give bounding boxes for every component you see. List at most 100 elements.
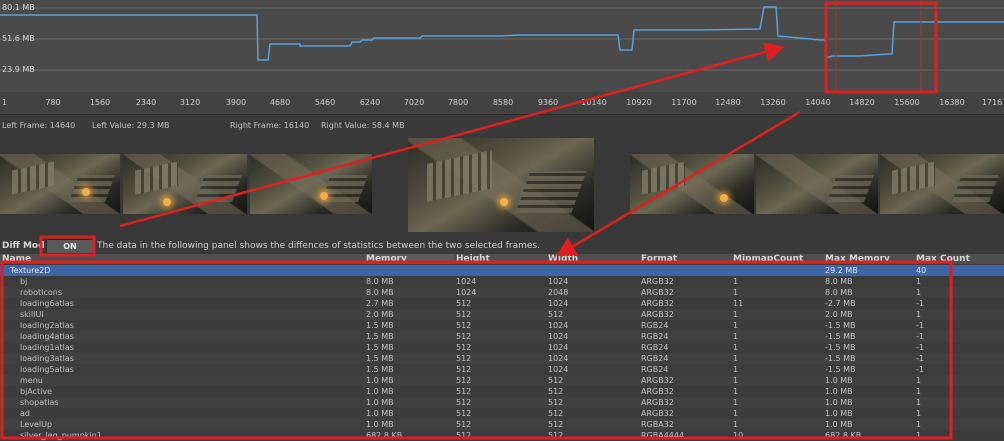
cell-mipmap: 11 (733, 299, 744, 308)
x-tick: 6240 (359, 98, 381, 107)
x-tick: 4680 (269, 98, 291, 107)
x-tick: 3900 (225, 98, 247, 107)
cell-mipmap: 1 (733, 387, 739, 396)
diff-mode-note: The data in the following panel shows th… (97, 241, 540, 251)
table-row[interactable]: silver_leg_pumpkin1 682.8 KB 512 512 RGB… (0, 430, 1004, 441)
frame-thumbnail[interactable] (0, 154, 120, 214)
x-tick: 5460 (314, 98, 336, 107)
y-label-top: 80.1 MB (2, 3, 35, 12)
cell-name: bj (20, 277, 28, 286)
table-row[interactable]: loading5atlas 1.5 MB 512 1024 RGB24 1 -1… (0, 364, 1004, 375)
column-header-max-memory[interactable]: Max Memory (825, 254, 890, 264)
diff-mode-toggle[interactable]: ON (46, 239, 94, 254)
cell-format: RGBA4444 (641, 431, 685, 440)
cell-width: 512 (548, 387, 564, 396)
cell-max-memory: 1.0 MB (825, 420, 853, 429)
frame-thumbnail[interactable] (123, 154, 247, 214)
cell-height: 512 (456, 321, 472, 330)
diff-mode-label: Diff Mod (2, 241, 45, 251)
x-tick: 780 (45, 98, 61, 107)
column-header-name[interactable]: Name (2, 254, 31, 264)
cell-height: 512 (456, 431, 472, 440)
table-row[interactable]: ad 1.0 MB 512 512 ARGB32 1 1.0 MB 1 (0, 408, 1004, 419)
table-row[interactable]: menu 1.0 MB 512 512 ARGB32 1 1.0 MB 1 (0, 375, 1004, 386)
frame-axis[interactable]: 1 780 1560 2340 3120 3900 4680 5460 6240… (0, 92, 1004, 115)
screenshot-strip (0, 134, 1004, 238)
frame-thumbnail[interactable] (756, 154, 878, 214)
cell-format: RGB24 (641, 343, 669, 352)
cell-max-count: -1 (916, 365, 924, 374)
cell-width: 512 (548, 409, 564, 418)
table-row[interactable]: bj 8.0 MB 1024 1024 ARGB32 1 8.0 MB 1 (0, 276, 1004, 287)
x-tick: 10920 (626, 98, 652, 107)
cell-memory: 1.0 MB (366, 376, 394, 385)
frame-thumbnail[interactable] (630, 154, 754, 214)
table-row[interactable]: shopatlas 1.0 MB 512 512 ARGB32 1 1.0 MB… (0, 397, 1004, 408)
table-group-row[interactable]: Texture2D 29.2 MB 40 (0, 265, 1004, 276)
table-row[interactable]: loading4atlas 1.5 MB 512 1024 RGB24 1 -1… (0, 331, 1004, 342)
cell-max-memory: -1.5 MB (825, 365, 856, 374)
cell-max-memory: -1.5 MB (825, 321, 856, 330)
cell-width: 1024 (548, 343, 569, 352)
column-header-max-count[interactable]: Max Count (916, 254, 970, 264)
table-row[interactable]: robotIcons 8.0 MB 1024 2048 ARGB32 1 8.0… (0, 287, 1004, 298)
x-tick: 3120 (179, 98, 201, 107)
cell-height: 512 (456, 387, 472, 396)
x-tick: 12480 (715, 98, 741, 107)
cell-name: loading5atlas (20, 365, 74, 374)
cell-width: 1024 (548, 354, 569, 363)
table-row[interactable]: skillUI 2.0 MB 512 512 ARGB32 1 2.0 MB 1 (0, 309, 1004, 320)
table-row[interactable]: bjActive 1.0 MB 512 512 ARGB32 1 1.0 MB … (0, 386, 1004, 397)
memory-graph-plot[interactable] (0, 0, 1004, 92)
cell-width: 512 (548, 310, 564, 319)
column-header-mipmap-count[interactable]: MipmapCount (733, 254, 803, 264)
cell-max-memory: 1.0 MB (825, 398, 853, 407)
cell-format: ARGB32 (641, 398, 674, 407)
cell-height: 512 (456, 332, 472, 341)
column-header-height[interactable]: Height (456, 254, 490, 264)
group-name: Texture2D (10, 266, 51, 275)
table-row[interactable]: loading3atlas 1.5 MB 512 1024 RGB24 1 -1… (0, 353, 1004, 364)
cell-name: loading3atlas (20, 354, 74, 363)
memory-graph[interactable]: 80.1 MB 51.6 MB 23.9 MB (0, 0, 1004, 92)
cell-mipmap: 1 (733, 332, 739, 341)
cell-format: ARGB32 (641, 376, 674, 385)
cell-format: RGB24 (641, 365, 669, 374)
cell-mipmap: 1 (733, 277, 739, 286)
cell-height: 512 (456, 343, 472, 352)
column-header-width[interactable]: Width (548, 254, 578, 264)
cell-memory: 1.0 MB (366, 387, 394, 396)
cell-name: silver_leg_pumpkin1 (20, 431, 102, 440)
left-frame-label: Left Frame: 14640 (2, 121, 76, 130)
cell-height: 512 (456, 310, 472, 319)
x-tick: 1716 (981, 98, 1003, 107)
x-tick: 16380 (939, 98, 965, 107)
column-header-memory[interactable]: Memory (366, 254, 454, 264)
cell-height: 512 (456, 409, 472, 418)
frame-thumbnail[interactable] (250, 154, 372, 214)
cell-mipmap: 1 (733, 321, 739, 330)
table-row[interactable]: loading1atlas 1.5 MB 512 1024 RGB24 1 -1… (0, 342, 1004, 353)
cell-max-count: 1 (916, 398, 922, 407)
frame-thumbnail[interactable] (408, 138, 594, 232)
frame-thumbnail[interactable] (880, 154, 1004, 214)
cell-mipmap: 1 (733, 343, 739, 352)
cell-width: 2048 (548, 288, 569, 297)
table-row[interactable]: LevelUp 1.0 MB 512 512 RGBA32 1 1.0 MB 1 (0, 419, 1004, 430)
table-row[interactable]: loading2atlas 1.5 MB 512 1024 RGB24 1 -1… (0, 320, 1004, 331)
cell-max-count: 1 (916, 420, 922, 429)
cell-width: 512 (548, 420, 564, 429)
x-tick: 10140 (581, 98, 607, 107)
cell-width: 1024 (548, 321, 569, 330)
column-header-format[interactable]: Format (641, 254, 677, 264)
cell-name: menu (20, 376, 43, 385)
cell-format: ARGB32 (641, 288, 674, 297)
cell-max-count: 1 (916, 387, 922, 396)
table-row[interactable]: loading6atlas 2.7 MB 512 1024 ARGB32 11 … (0, 298, 1004, 309)
cell-max-memory: -2.7 MB (825, 299, 856, 308)
x-tick: 9360 (537, 98, 559, 107)
cell-width: 1024 (548, 299, 569, 308)
group-max-memory: 29.2 MB (825, 266, 858, 275)
diff-mode-bar: Diff Mod ON The data in the following pa… (0, 238, 1004, 254)
cell-format: ARGB32 (641, 299, 674, 308)
